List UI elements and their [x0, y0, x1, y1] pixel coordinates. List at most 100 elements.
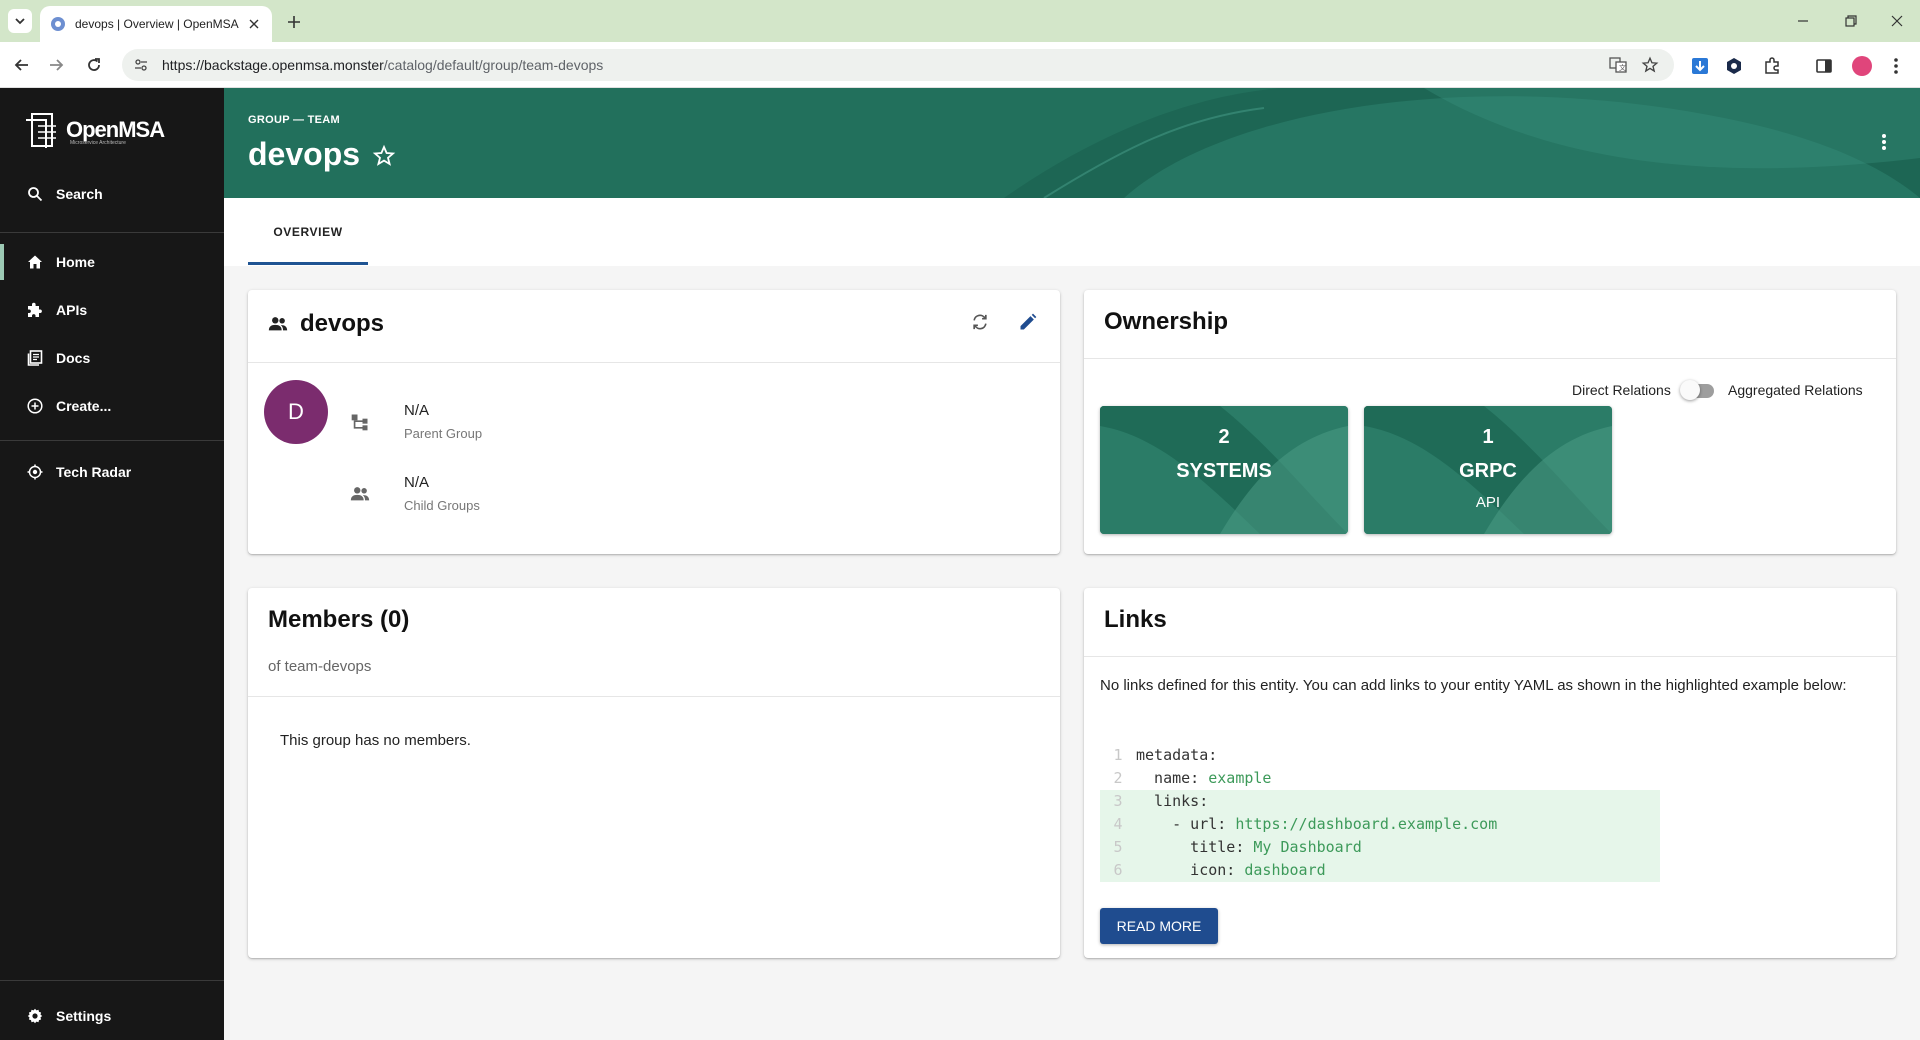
restore-icon[interactable] [1828, 6, 1874, 36]
site-info-icon[interactable] [134, 55, 154, 75]
gear-icon [26, 1007, 44, 1025]
hexagon-extension-icon[interactable] [1722, 54, 1746, 78]
openmsa-logo[interactable]: OpenMSA Microservice Architecture [22, 110, 165, 150]
sidebar-item-label: Settings [56, 1008, 112, 1024]
card-divider [1084, 358, 1896, 359]
card-divider [248, 696, 1060, 697]
bookmark-star-icon[interactable] [1640, 55, 1660, 75]
sidebar-item-tech-radar[interactable]: Tech Radar [0, 450, 224, 494]
child-groups-label: Child Groups [404, 498, 480, 513]
entity-header: GROUP — TEAM devops [224, 88, 1920, 198]
sidebar-item-create[interactable]: Create... [0, 384, 224, 428]
links-description: No links defined for this entity. You ca… [1100, 677, 1847, 694]
refresh-icon[interactable] [968, 310, 992, 334]
sidebar-item-settings[interactable]: Settings [0, 994, 224, 1038]
entity-menu-kebab-icon[interactable] [1872, 130, 1896, 154]
code-line: 2 name: example [1113, 769, 1272, 787]
code-line-highlighted: 5 title: My Dashboard [1100, 836, 1660, 859]
card-title: Ownership [1104, 308, 1229, 335]
tile-count: 1 [1482, 426, 1494, 448]
sidebar-item-home[interactable]: Home [0, 240, 224, 284]
logo-subtitle: Microservice Architecture [70, 140, 126, 146]
yaml-code-example: 1 metadata: 2 name: example 3 links: 4 - … [1100, 744, 1660, 882]
profile-avatar[interactable] [1850, 54, 1874, 78]
home-icon [26, 253, 44, 271]
browser-tab-strip: devops | Overview | OpenMSA [0, 0, 1920, 42]
url-path: /catalog/default/group/team-devops [383, 57, 604, 73]
favorite-star-icon[interactable] [372, 144, 396, 168]
parent-group-value: N/A [404, 402, 430, 419]
code-line-highlighted: 6 icon: dashboard [1100, 859, 1660, 882]
card-title: Links [1104, 606, 1167, 633]
code-line-highlighted: 3 links: [1100, 790, 1660, 813]
sidebar-divider [0, 232, 224, 233]
sidebar-item-label: Create... [56, 398, 112, 414]
aggregated-relations-label: Aggregated Relations [1728, 382, 1863, 398]
radar-icon [26, 463, 44, 481]
openmsa-logo-icon [26, 113, 56, 148]
members-empty-text: This group has no members. [280, 732, 471, 749]
svg-text:文: 文 [1619, 63, 1626, 72]
sidebar-item-label: Docs [56, 350, 91, 366]
relations-toggle-switch[interactable] [1680, 380, 1716, 400]
browser-tab-active[interactable]: devops | Overview | OpenMSA [40, 6, 272, 42]
code-line-highlighted: 4 - url: https://dashboard.example.com [1100, 813, 1660, 836]
puzzle-icon [26, 301, 44, 319]
page-title: devops [248, 136, 361, 172]
browser-menu-kebab-icon[interactable] [1884, 54, 1908, 78]
ownership-tile-systems[interactable]: 2 SYSTEMS [1100, 406, 1348, 534]
parent-group-label: Parent Group [404, 426, 483, 441]
docs-icon [26, 349, 44, 367]
card-divider [1084, 656, 1896, 657]
browser-toolbar: https://backstage.openmsa.monster/catalo… [0, 42, 1920, 88]
address-bar[interactable]: https://backstage.openmsa.monster/catalo… [122, 49, 1674, 81]
close-window-icon[interactable] [1874, 6, 1920, 36]
tile-kind: GRPC [1459, 460, 1517, 482]
child-groups-icon [348, 482, 372, 506]
group-icon [266, 312, 290, 336]
code-line: 1 metadata: [1113, 746, 1218, 764]
members-card: Members (0) of team-devops This group ha… [248, 588, 1060, 958]
sidebar-divider [0, 980, 224, 981]
members-subtitle: of team-devops [268, 658, 372, 675]
sidebar-item-docs[interactable]: Docs [0, 336, 224, 380]
extensions-puzzle-icon[interactable] [1760, 54, 1784, 78]
tab-search-chevron-icon[interactable] [8, 9, 32, 33]
back-arrow-icon[interactable] [8, 51, 36, 79]
new-tab-plus-icon[interactable] [282, 10, 306, 34]
sidebar-item-label: Tech Radar [56, 464, 132, 480]
download-extension-icon[interactable] [1688, 54, 1712, 78]
sidebar: OpenMSA Microservice Architecture Search… [0, 88, 224, 1040]
parent-group-icon [348, 410, 372, 434]
add-circle-icon [26, 397, 44, 415]
minimize-icon[interactable] [1780, 6, 1826, 36]
switch-thumb [1680, 380, 1700, 400]
reload-icon[interactable] [80, 51, 108, 79]
sidebar-item-label: APIs [56, 302, 88, 318]
ownership-card: Ownership Direct Relations Aggregated Re… [1084, 290, 1896, 554]
side-panel-icon[interactable] [1812, 54, 1836, 78]
openmsa-favicon-icon [51, 17, 65, 31]
sidebar-item-apis[interactable]: APIs [0, 288, 224, 332]
close-tab-icon[interactable] [246, 16, 262, 32]
sidebar-item-search[interactable]: Search [0, 172, 224, 216]
forward-arrow-icon[interactable] [42, 51, 70, 79]
direct-relations-label: Direct Relations [1572, 382, 1671, 398]
card-divider [248, 362, 1060, 363]
tile-kind: SYSTEMS [1176, 460, 1272, 482]
search-icon [26, 185, 44, 203]
sidebar-item-label: Home [56, 254, 95, 270]
url-host: https://backstage.openmsa.monster [162, 57, 384, 73]
tab-overview[interactable]: OVERVIEW [248, 198, 368, 266]
edit-pencil-icon[interactable] [1016, 310, 1040, 334]
ownership-tile-grpc-api[interactable]: 1 GRPC API [1364, 406, 1612, 534]
group-profile-card: devops D N/A Parent Group N/A Child Grou… [248, 290, 1060, 554]
links-card: Links No links defined for this entity. … [1084, 588, 1896, 958]
avatar: D [264, 380, 328, 444]
translate-icon[interactable]: 文 [1608, 55, 1628, 75]
read-more-button[interactable]: READ MORE [1100, 908, 1218, 944]
card-title: devops [300, 310, 385, 337]
sidebar-divider [0, 440, 224, 441]
sidebar-item-label: Search [56, 186, 103, 202]
header-wave-background [1004, 88, 1920, 198]
